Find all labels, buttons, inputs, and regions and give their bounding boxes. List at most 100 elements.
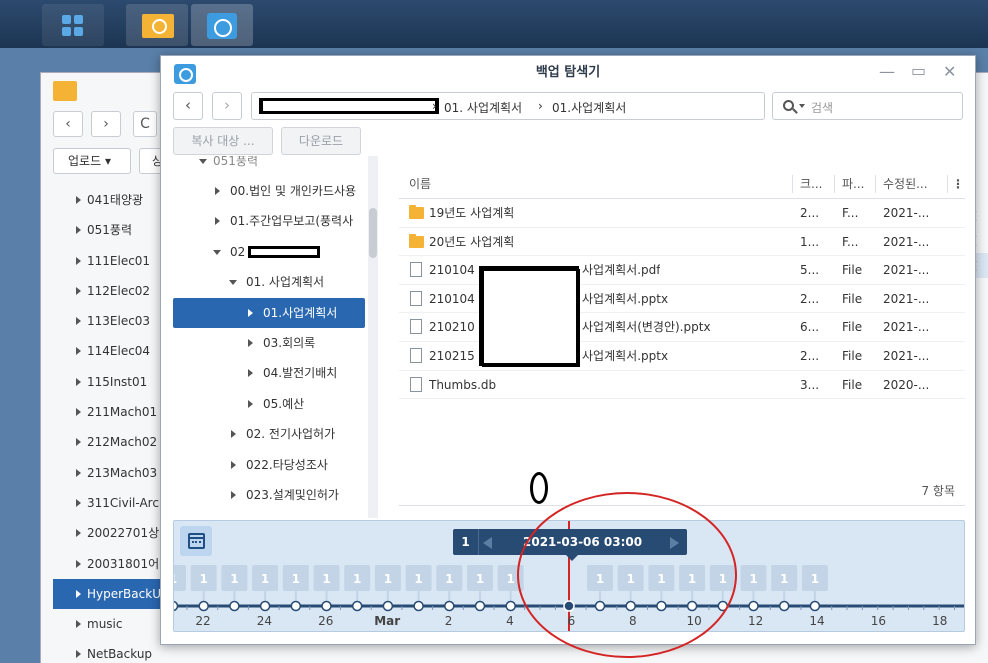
close-icon[interactable]: ✕ [943,62,956,81]
tree-node[interactable]: 03.회의록 [173,328,365,358]
chevron-right-icon[interactable] [231,430,236,439]
path-bar[interactable]: › 01. 사업계획서 › 01.사업계획서 [251,92,765,120]
chevron-right-icon[interactable] [248,369,253,378]
folder-icon [409,205,424,219]
version-node[interactable] [351,600,363,612]
version-node[interactable] [505,600,516,612]
chevron-right-icon[interactable] [215,217,220,226]
version-node[interactable] [321,600,332,612]
version-node[interactable] [686,600,698,612]
download-button[interactable]: 다운로드 [281,127,361,155]
fs-tree-item[interactable]: 112Elec02 [53,276,171,306]
fs-tree-item[interactable]: music [53,609,171,639]
column-type-header[interactable]: 파... [842,169,864,199]
chevron-right-icon[interactable] [248,339,253,347]
path-segment[interactable]: 01. 사업계획서 [444,99,522,116]
version-node[interactable] [290,600,302,612]
file-size: 1... [800,234,820,249]
tree-scroll-thumb[interactable] [369,208,377,258]
redacted-names [479,266,580,367]
tree-node[interactable]: 04.발전기배치 [173,358,365,388]
version-node[interactable] [778,600,790,612]
chevron-right-icon[interactable] [231,460,236,469]
tree-node[interactable]: 023.설계및인허가 [173,480,365,510]
column-menu-icon[interactable]: ⋮ [952,169,964,199]
version-node[interactable] [474,600,486,612]
next-version-icon[interactable] [670,537,679,549]
backup-explorer-taskbar-button[interactable] [191,4,253,46]
fs-tree-item[interactable]: 041태양광 [53,185,171,215]
tree-node[interactable]: 01. 사업계획서 [173,267,365,297]
version-node[interactable] [809,600,821,612]
fs-tree-item[interactable]: NetBackup [53,639,171,663]
fs-tree-item[interactable]: HyperBackU [53,578,171,610]
version-node[interactable] [656,600,667,612]
chevron-right-icon[interactable] [248,399,253,408]
chevron-right-icon[interactable] [248,308,253,317]
chevron-right-icon[interactable] [231,491,236,499]
search-field[interactable]: 검색 [772,92,963,120]
version-node[interactable] [717,600,729,612]
file-icon [410,347,422,363]
version-timeline[interactable]: 11111111111111111111222426Mar24681012141… [173,520,965,632]
fs-back-button[interactable]: ‹ [53,111,83,137]
minimize-icon[interactable]: — [879,62,895,81]
version-node[interactable] [229,600,240,612]
fs-tree-item[interactable]: 051풍력 [53,215,171,245]
tree-node-label: 04.발전기배치 [263,366,338,381]
table-row[interactable]: 20년도 사업계획 1... F... 2021-... [399,228,965,257]
tree-node[interactable]: 02. 전기사업허가 [173,419,365,449]
version-node[interactable] [259,600,271,612]
file-station-taskbar-button[interactable] [126,4,188,46]
version-node[interactable] [594,600,606,612]
maximize-icon[interactable]: ▭ [911,61,926,80]
fs-tree-item[interactable]: 212Mach02 [53,427,171,457]
column-name-header[interactable]: 이름 [409,169,431,199]
fs-tree-item[interactable]: 115Inst01 [53,367,171,397]
column-size-header[interactable]: 크... [800,169,822,199]
fs-tree-item[interactable]: 113Elec03 [53,306,171,336]
fs-tree-item[interactable]: 311Civil-Arc [53,488,171,518]
back-button[interactable]: ‹ [173,92,203,120]
tree-node[interactable]: 00.법인 및 개인카드사용 [173,176,365,206]
fs-tree-item[interactable]: 20031801어 [53,549,171,579]
tree-node[interactable]: 01.주간업무보고(풍력사 [173,206,365,236]
fs-upload-button[interactable]: 업로드 ▾ [53,148,131,174]
chevron-down-icon[interactable] [213,249,221,255]
chevron-right-icon[interactable] [215,187,220,195]
table-row[interactable]: Thumbs.db 3... File 2020-... [399,371,965,400]
column-modified-header[interactable]: 수정된... [883,169,928,199]
version-badge-count: 1 [627,572,635,586]
fs-tree-item[interactable]: 114Elec04 [53,336,171,366]
version-node[interactable] [382,600,394,612]
file-size: 5... [800,263,820,278]
version-node[interactable] [625,600,636,612]
fs-refresh-button[interactable]: C [133,111,157,137]
tree-scrollbar[interactable] [368,156,378,518]
selected-version-node[interactable] [563,600,575,612]
copy-to-button[interactable]: 복사 대상 ... [173,127,273,155]
version-node[interactable] [444,600,455,612]
fs-tree-item[interactable]: 111Elec01 [53,246,171,276]
version-node[interactable] [748,600,759,612]
version-node[interactable] [174,600,179,612]
fs-forward-button[interactable]: › [91,111,121,137]
tree-node-partial[interactable]: 051풍력 [173,156,365,176]
fs-tree-item[interactable]: 213Mach03 [53,458,171,488]
fs-folder-tree: 041태양광 051풍력 111Elec01 112Elec02 113Elec03 11… [53,185,171,663]
fs-tree-item[interactable]: 211Mach01 [53,397,171,427]
version-node[interactable] [198,600,209,612]
previous-version-icon[interactable] [483,537,492,549]
table-row[interactable]: 19년도 사업계획 2... F... 2021-... [399,199,965,228]
main-menu-button[interactable] [42,4,104,46]
tree-node[interactable]: 05.예산 [173,389,365,419]
version-node[interactable] [413,600,424,612]
tree-node[interactable]: 01.사업계획서 [173,297,365,328]
forward-button[interactable]: › [212,92,242,120]
fs-tree-item[interactable]: 20022701상 [53,518,171,548]
version-count: 1 [453,529,479,555]
path-segment[interactable]: 01.사업계획서 [552,99,626,116]
tree-node[interactable]: 02 [173,237,365,267]
chevron-down-icon[interactable] [229,280,237,286]
tree-node[interactable]: 022.타당성조사 [173,450,365,480]
